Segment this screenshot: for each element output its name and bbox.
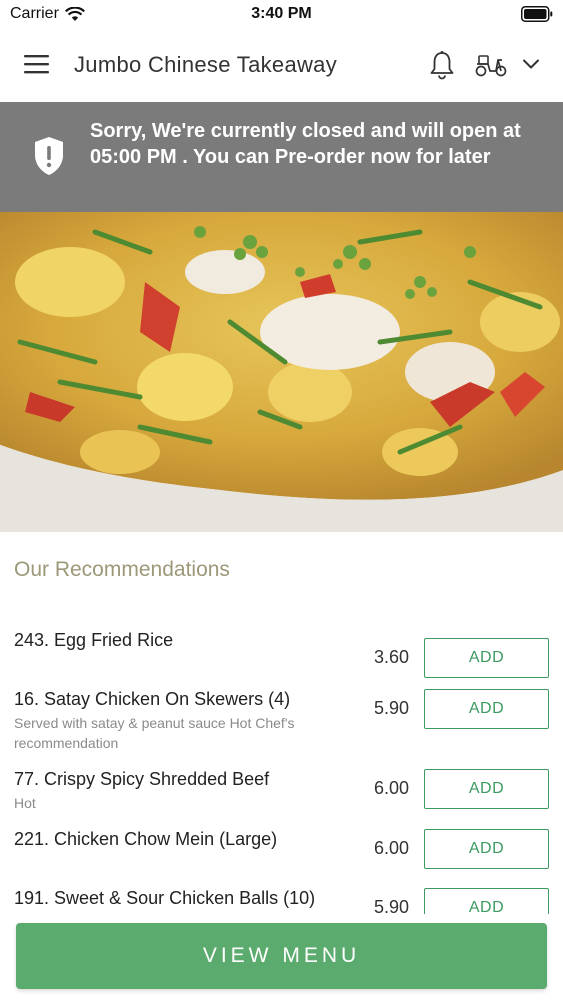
add-button[interactable]: ADD — [424, 689, 549, 729]
closed-banner: Sorry, We're currently closed and will o… — [0, 102, 563, 212]
item-price: 6.00 — [374, 838, 410, 858]
battery-icon — [521, 6, 553, 22]
item-name: 191. Sweet & Sour Chicken Balls (10) — [14, 888, 316, 908]
add-button[interactable]: ADD — [424, 769, 549, 809]
scooter-icon[interactable] — [474, 52, 508, 78]
view-menu-button[interactable]: VIEW MENU — [16, 923, 547, 989]
item-description: Hot — [14, 795, 36, 811]
item-name: 243. Egg Fried Rice — [14, 630, 174, 650]
closed-message: Sorry, We're currently closed and will o… — [90, 120, 521, 168]
item-price: 5.90 — [374, 897, 410, 914]
item-name: 16. Satay Chicken On Skewers (4) — [14, 689, 291, 709]
section-title-recommendations: Our Recommendations — [14, 558, 230, 581]
item-description: Served with satay & peanut sauce Hot Che… — [14, 715, 295, 751]
item-name: 77. Crispy Spicy Shredded Beef — [14, 769, 270, 789]
hero-food-image — [0, 212, 563, 532]
add-button[interactable]: ADD — [424, 638, 549, 678]
shield-icon — [35, 137, 63, 175]
add-button[interactable]: ADD — [424, 829, 549, 869]
recommendation-list: 243. Egg Fried Rice 3.60 ADD 16. Satay C… — [0, 622, 563, 914]
hero-food-illustration — [0, 212, 563, 532]
item-price: 5.90 — [374, 698, 410, 718]
status-bar: Carrier 3:40 PM — [0, 0, 563, 28]
app-header: Jumbo Chinese Takeaway — [0, 28, 563, 102]
item-price: 6.00 — [374, 778, 410, 798]
menu-icon[interactable] — [24, 54, 50, 74]
item-price: 3.60 — [374, 647, 410, 667]
bell-icon[interactable] — [428, 50, 456, 80]
status-time: 3:40 PM — [251, 5, 312, 22]
add-button[interactable]: ADD — [424, 888, 549, 914]
app-title: Jumbo Chinese Takeaway — [74, 52, 338, 77]
item-name: 221. Chicken Chow Mein (Large) — [14, 829, 278, 849]
chevron-down-icon[interactable] — [522, 58, 540, 70]
